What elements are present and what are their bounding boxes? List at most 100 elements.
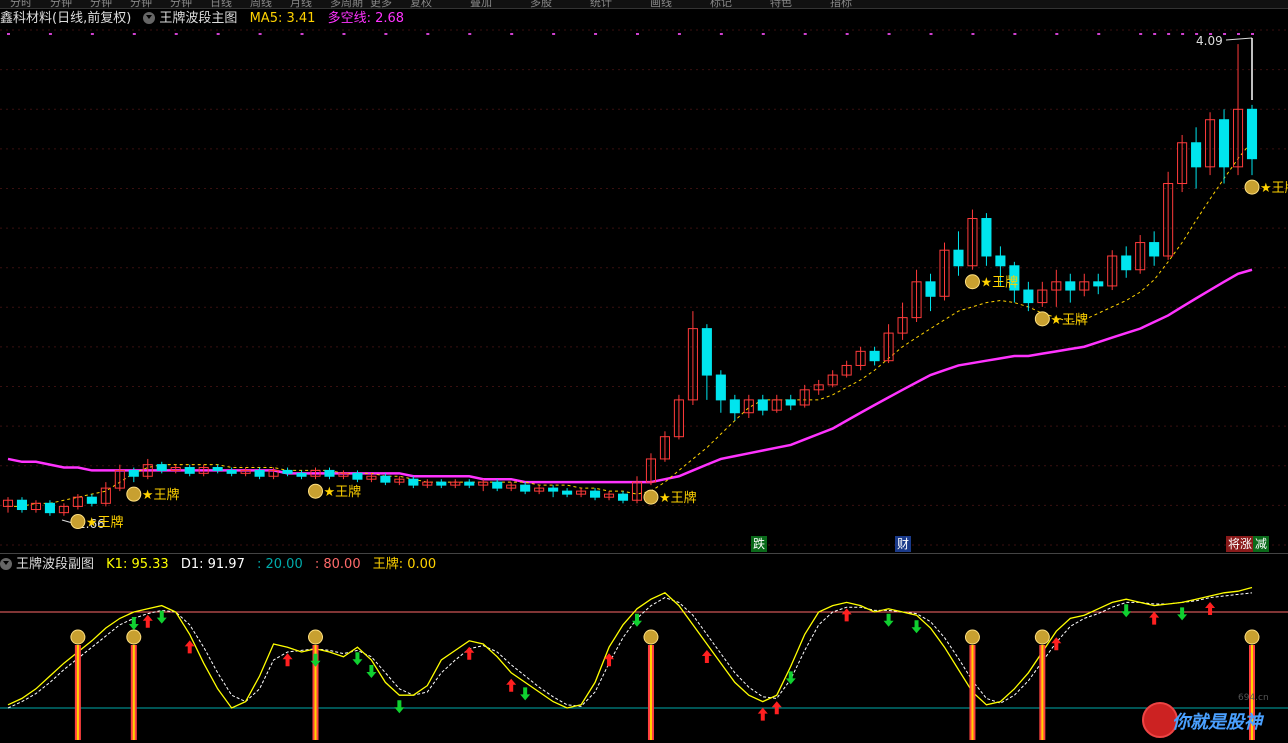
top-marker [929, 33, 933, 35]
candle [562, 490, 573, 495]
top-marker [300, 33, 304, 35]
top-marker [677, 33, 681, 35]
candle [492, 481, 503, 489]
top-marker [761, 33, 765, 35]
max-price-label: 4.09 [1196, 34, 1223, 48]
top-marker [7, 33, 10, 35]
arrow-down-icon [911, 620, 922, 634]
stock-name[interactable]: 鑫科材料(日线,前复权) [0, 11, 131, 26]
wangpai-mark-label: ★王牌 [86, 515, 124, 531]
candle [1121, 255, 1132, 271]
moneybag-icon [643, 629, 659, 645]
k1-label: K1: 95.33 [106, 557, 169, 572]
main-chart-header: 鑫科材料(日线,前复权) 王牌波段主图 MA5: 3.41 多空线: 2.68 [0, 10, 412, 28]
duokong-label: 多空线: 2.68 [327, 11, 405, 26]
wangpai-mark-label: ★王牌 [1260, 180, 1288, 196]
k1-line [7, 586, 1253, 709]
top-marker [1097, 33, 1101, 35]
moneybag-icon [308, 483, 324, 499]
candle [995, 255, 1006, 267]
watermark-text: 你就是股神 [1172, 712, 1262, 733]
candle [520, 484, 531, 492]
top-marker [1055, 33, 1059, 35]
wangpai-mark-label: ★王牌 [142, 487, 180, 503]
d1-line [7, 592, 1253, 709]
candle [324, 469, 335, 477]
dropdown-icon [143, 12, 156, 24]
candle [548, 487, 559, 492]
candle [296, 472, 307, 477]
candle [464, 481, 475, 486]
wangpai-bar-core [971, 645, 974, 740]
arrow-up-icon [506, 678, 517, 692]
sub-indicator-menu[interactable]: 王牌波段副图 [0, 557, 94, 572]
candle [408, 478, 419, 486]
top-marker [845, 33, 849, 35]
candle [925, 281, 936, 297]
top-marker [1013, 33, 1017, 35]
candle [701, 328, 712, 376]
top-marker [1153, 33, 1157, 35]
top-marker [635, 33, 639, 35]
moneybag-icon [643, 489, 659, 505]
moneybag-icon [1034, 311, 1050, 327]
candle [953, 249, 964, 267]
arrow-up-icon [1149, 611, 1160, 625]
candle [869, 350, 880, 362]
top-marker [510, 33, 514, 35]
signal-jian: 减 [1253, 536, 1270, 552]
signal-jiangzhang: 将涨 [1226, 536, 1255, 552]
candle [16, 499, 28, 511]
moneybag-icon [1244, 629, 1260, 645]
top-marker [1167, 33, 1171, 35]
top-marker [971, 33, 975, 35]
candle [128, 469, 139, 477]
top-marker [258, 33, 262, 35]
candle [1023, 289, 1034, 304]
candle [254, 469, 265, 477]
moneybag-icon [126, 486, 142, 502]
candle [590, 490, 601, 498]
candle [380, 475, 391, 483]
candle [1219, 119, 1230, 168]
signal-cai: 财 [895, 536, 912, 552]
wangpai-mark-label: ★王牌 [659, 490, 697, 506]
candle [757, 399, 768, 411]
main-indicator-menu[interactable]: 王牌波段主图 [143, 11, 237, 26]
wangpai-bar-core [1041, 645, 1044, 740]
top-marker [1251, 33, 1254, 35]
duokong-line [7, 268, 1253, 484]
wangpai-label: 王牌: 0.00 [372, 557, 437, 572]
arrow-down-icon [366, 665, 377, 678]
candle [352, 472, 363, 480]
candle [729, 399, 740, 414]
moneybag-icon [1034, 629, 1050, 645]
candle [212, 467, 223, 471]
arrow-down-icon [156, 610, 167, 624]
top-marker [216, 33, 220, 35]
sub-chart-header: 王牌波段副图 K1: 95.33 D1: 91.97 : 20.00 : 80.… [0, 556, 444, 574]
moneybag-icon [964, 274, 980, 290]
ma5-label: MA5: 3.41 [249, 11, 316, 26]
arrow-up-icon [1205, 602, 1216, 615]
watermark-url: 694.cn [1238, 693, 1269, 703]
top-marker [468, 33, 472, 35]
arrow-down-icon [128, 617, 139, 630]
top-marker [174, 33, 178, 35]
candle [1065, 281, 1076, 291]
arrow-up-icon [841, 608, 852, 622]
moneybag-icon [70, 514, 86, 530]
moneybag-icon [964, 629, 980, 645]
wangpai-mark-label: ★王牌 [980, 275, 1018, 291]
top-marker [48, 33, 52, 35]
dropdown-icon [0, 558, 12, 570]
arrow-up-icon [464, 646, 475, 660]
arrow-down-icon [310, 653, 321, 667]
candle [44, 502, 55, 514]
pane-divider[interactable] [0, 553, 1288, 554]
wangpai-mark-label: ★王牌 [324, 484, 362, 500]
moneybag-icon [1244, 179, 1260, 195]
candle [156, 464, 167, 471]
top-marker [342, 33, 346, 35]
arrow-up-icon [142, 614, 153, 628]
